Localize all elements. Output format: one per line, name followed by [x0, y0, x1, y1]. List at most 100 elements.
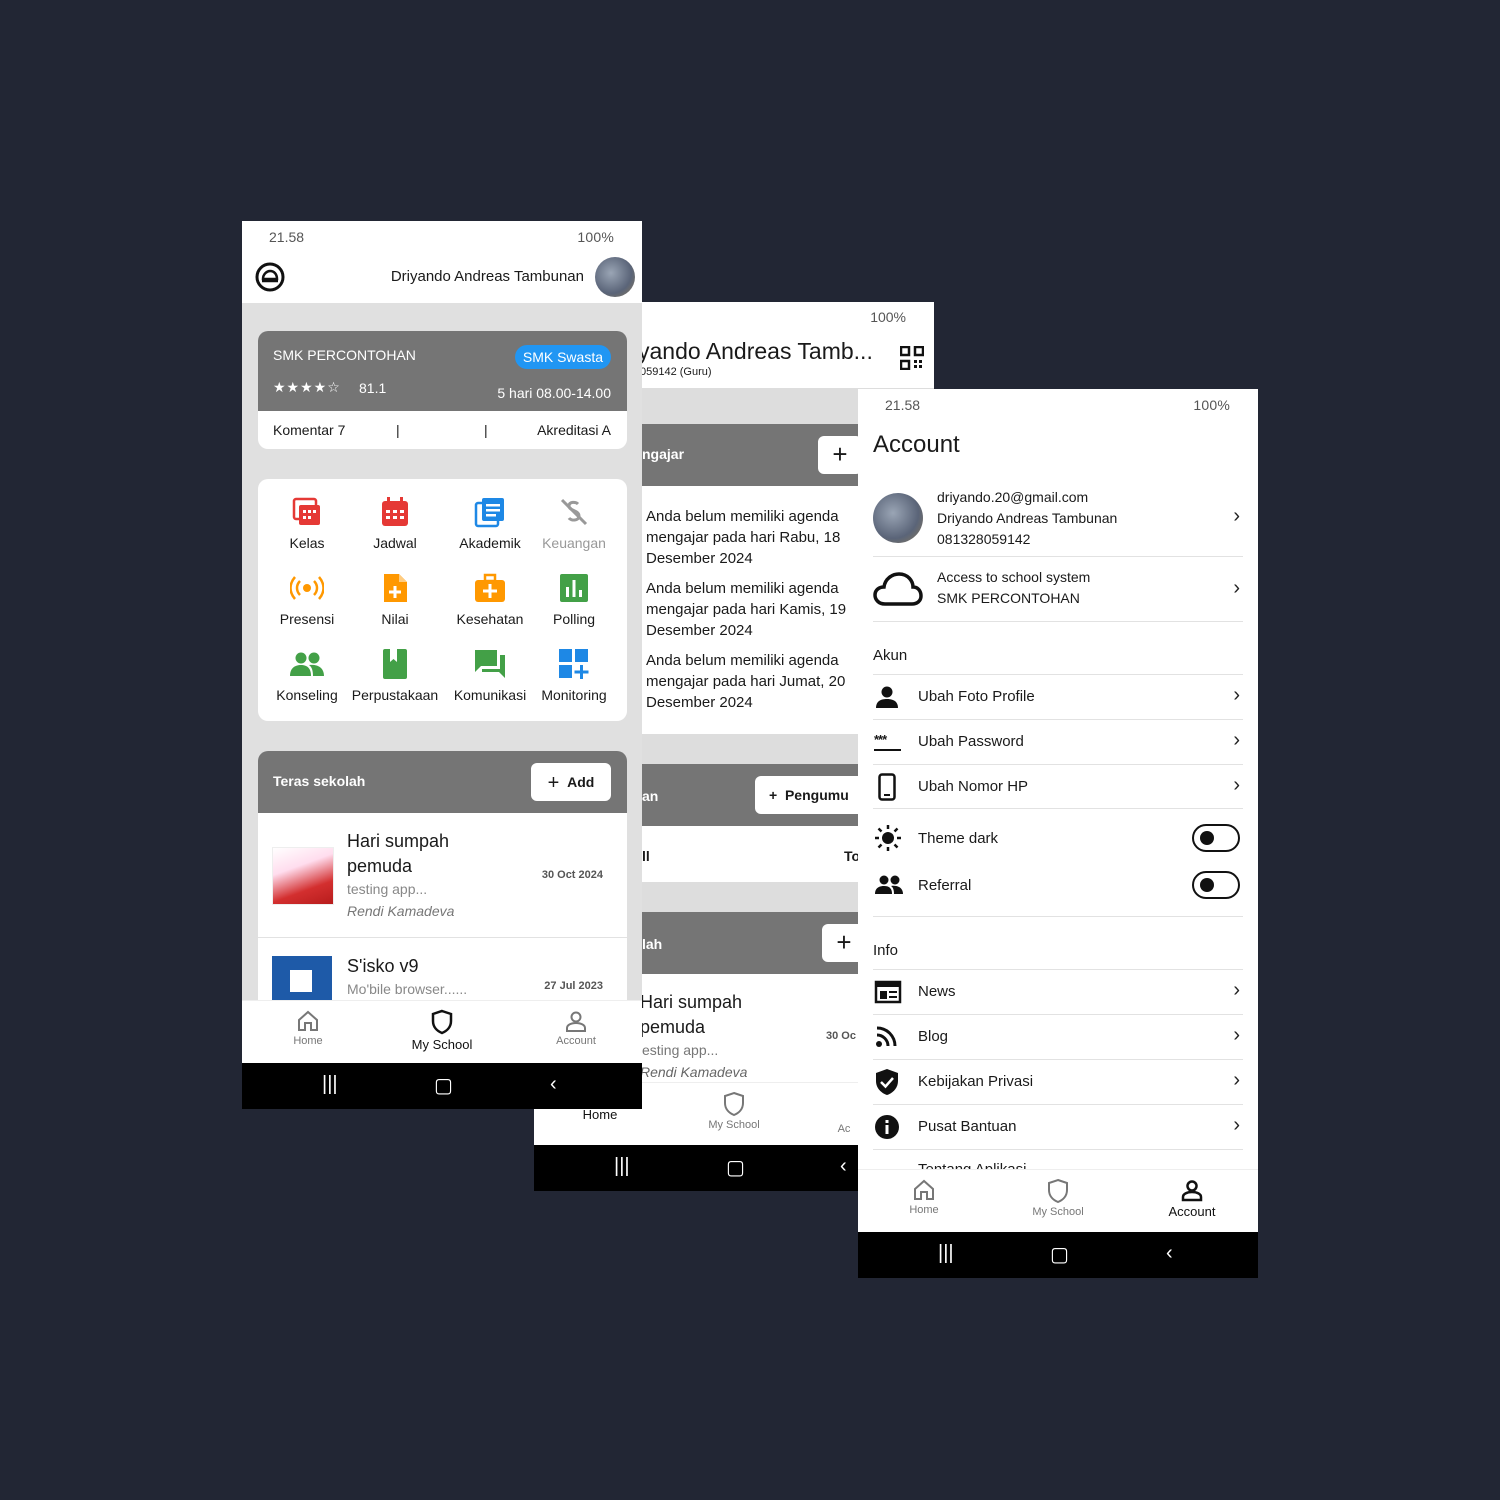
qr-code-icon[interactable]: [899, 345, 925, 375]
user-name: Driyando Andreas Tambunan: [390, 268, 584, 285]
nav-my-school[interactable]: My School: [382, 1009, 502, 1052]
divider: [873, 808, 1243, 809]
chevron-right-icon: ›: [1233, 774, 1240, 796]
menu-konseling[interactable]: Konseling: [262, 647, 352, 703]
menu-label: Jadwal: [373, 535, 417, 551]
referral-toggle[interactable]: [1192, 871, 1240, 899]
menu-kelas[interactable]: Kelas: [262, 495, 352, 551]
menu-nilai[interactable]: Nilai: [350, 571, 440, 627]
toggle-knob: [1200, 831, 1214, 845]
person-icon: [566, 1011, 586, 1032]
school-type-badge: SMK Swasta: [514, 345, 611, 369]
menu-komunikasi[interactable]: Komunikasi: [445, 647, 535, 703]
page-title: Account: [873, 431, 960, 458]
agenda-item: Anda belum memiliki agenda mengajar pada…: [646, 508, 841, 567]
nav-home[interactable]: Home: [248, 1009, 368, 1047]
komentar-count[interactable]: Komentar 7: [273, 422, 345, 438]
news-icon: [874, 980, 902, 1009]
person-icon: [874, 685, 900, 714]
help-row[interactable]: Pusat Bantuan ›: [858, 1105, 1258, 1149]
nav-account[interactable]: Account: [516, 1009, 636, 1047]
referral-row: Referral: [858, 862, 1258, 910]
ubah-password-row[interactable]: *** Ubah Password ›: [858, 720, 1258, 764]
avatar: [873, 493, 923, 543]
chevron-right-icon: ›: [1233, 1114, 1240, 1136]
home-system-icon[interactable]: ▢: [434, 1073, 453, 1098]
menu-label: Polling: [552, 611, 596, 627]
menu-jadwal[interactable]: Jadwal: [350, 495, 440, 551]
profile-row[interactable]: driyando.20@gmail.com Driyando Andreas T…: [858, 481, 1258, 557]
menu-presensi[interactable]: Presensi: [262, 571, 352, 627]
nav-home-label: Home: [293, 1035, 323, 1047]
announcement-title: an: [642, 788, 659, 804]
theme-dark-toggle[interactable]: [1192, 824, 1240, 852]
add-post-button[interactable]: + Add: [531, 763, 611, 801]
chevron-right-icon: ›: [1233, 979, 1240, 1001]
row-label: Theme dark: [918, 830, 999, 847]
nav-my-school[interactable]: My School: [998, 1178, 1118, 1218]
menu-polling[interactable]: Polling: [529, 571, 619, 627]
add-agenda-button[interactable]: +: [818, 436, 862, 474]
school-card[interactable]: SMK PERCONTOHAN SMK Swasta ★★★★☆ 81.1 5 …: [258, 331, 627, 449]
status-right: 100%: [870, 309, 906, 325]
menu-label: Konseling: [276, 687, 338, 703]
bottom-nav: Home My School Account: [242, 1000, 642, 1064]
post-item[interactable]: Hari sumpah pemuda testing app... Rendi …: [258, 813, 627, 937]
header: 21.58 100% Driyando Andreas Tambunan: [242, 221, 642, 303]
back-icon[interactable]: ‹: [840, 1155, 847, 1178]
agenda-item: Anda belum memiliki agenda mengajar pada…: [646, 652, 846, 711]
back-icon[interactable]: ‹: [1166, 1242, 1173, 1265]
agenda-title: ngajar: [642, 446, 685, 462]
menu-akademik[interactable]: Akademik: [445, 495, 535, 551]
recent-apps-icon[interactable]: |||: [614, 1155, 630, 1178]
nav-home[interactable]: Home: [540, 1107, 660, 1122]
menu-monitoring[interactable]: Monitoring: [529, 647, 619, 703]
privacy-row[interactable]: Kebijakan Privasi ›: [858, 1060, 1258, 1104]
post-item[interactable]: S'isko v9 Mo'bile browser...... 27 Jul 2…: [258, 938, 627, 1006]
group-icon: [874, 875, 904, 900]
menu-perpustakaan[interactable]: Perpustakaan: [350, 647, 440, 703]
access-title: Access to school system: [937, 569, 1091, 585]
ubah-foto-row[interactable]: Ubah Foto Profile ›: [858, 675, 1258, 719]
sun-icon: [874, 824, 902, 857]
recent-apps-icon[interactable]: |||: [938, 1242, 954, 1265]
about-row[interactable]: Tentang Aplikasi: [858, 1150, 1258, 1170]
row-label: Blog: [918, 1028, 949, 1045]
status-battery: 100%: [577, 229, 614, 245]
school-card-header: SMK PERCONTOHAN SMK Swasta ★★★★☆ 81.1 5 …: [258, 331, 627, 411]
news-row[interactable]: News ›: [858, 970, 1258, 1014]
ubah-nomor-row[interactable]: Ubah Nomor HP ›: [858, 765, 1258, 809]
add-post-label: Add: [567, 774, 595, 790]
status-time: 21.58: [885, 397, 921, 413]
home-system-icon[interactable]: ▢: [726, 1155, 745, 1180]
separator: |: [396, 422, 400, 438]
phone-account-screen: 21.58 100% Account driyando.20@gmail.com…: [858, 389, 1258, 1278]
keuangan-icon: [529, 495, 619, 529]
nav-my-school[interactable]: My School: [674, 1091, 794, 1131]
school-hours: 5 hari 08.00-14.00: [497, 385, 611, 401]
menu-keuangan[interactable]: Keuangan: [529, 495, 619, 551]
access-school: SMK PERCONTOHAN: [937, 590, 1080, 606]
app-logo-icon: [255, 262, 285, 297]
menu-label: Akademik: [459, 535, 521, 551]
rss-icon: [874, 1025, 898, 1054]
row-label: Referral: [918, 877, 972, 894]
agenda-item: Anda belum memiliki agenda mengajar pada…: [646, 580, 847, 639]
user-name: yando Andreas Tamb...: [638, 338, 873, 364]
chevron-right-icon: ›: [1233, 684, 1240, 706]
nav-account-label: Account: [1168, 1204, 1216, 1219]
row-label: Pusat Bantuan: [918, 1118, 1017, 1135]
nav-account[interactable]: Account: [1132, 1178, 1252, 1219]
nav-home[interactable]: Home: [864, 1178, 984, 1216]
school-access-row[interactable]: Access to school system SMK PERCONTOHAN …: [858, 557, 1258, 621]
back-icon[interactable]: ‹: [550, 1073, 557, 1096]
phone-icon: [878, 773, 896, 806]
menu-kesehatan[interactable]: Kesehatan: [445, 571, 535, 627]
recent-apps-icon[interactable]: |||: [322, 1073, 338, 1096]
blog-row[interactable]: Blog ›: [858, 1015, 1258, 1059]
menu-grid: Kelas Jadwal Akademik Keuangan Presensi …: [258, 479, 627, 721]
home-system-icon[interactable]: ▢: [1050, 1242, 1069, 1267]
row-label: News: [918, 983, 956, 1000]
profile-email: driyando.20@gmail.com: [937, 489, 1089, 505]
avatar[interactable]: [595, 257, 635, 297]
